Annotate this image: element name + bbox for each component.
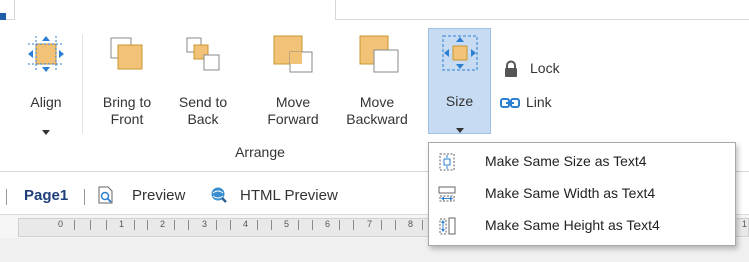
ruler-tick: 8 [408,219,414,229]
size-icon [440,33,480,76]
ruler-tick: 6 [325,219,331,229]
menu-item-same-height[interactable]: Make Same Height as Text4 [429,213,735,239]
group-separator [82,34,83,134]
ruler-tick: 5 [284,219,290,229]
ruler-mark [230,220,231,230]
ribbon-tab-strip [0,0,749,21]
ruler-mark [381,220,382,230]
dropdown-arrow-icon [456,121,464,136]
send-to-back-label: Send to Back [178,94,228,127]
size-button[interactable]: Size [428,28,491,134]
ruler-mark [90,220,91,230]
same-height-icon [439,217,456,235]
align-icon [26,34,66,78]
ruler-tick: 2 [160,219,166,229]
bring-to-front-icon [107,34,147,78]
link-label: Link [526,94,552,110]
menu-item-label: Make Same Height as Text4 [485,217,660,233]
ruler-tick: 1 [742,219,748,229]
ruler-mark [339,220,340,230]
move-forward-label: Move Forward [267,94,319,127]
same-width-icon [438,186,456,202]
dropdown-arrow-icon [42,122,50,139]
ruler-mark [216,220,217,230]
ruler-mark [422,220,423,230]
active-ribbon-tab[interactable] [14,0,336,21]
bring-to-front-label: Bring to Front [102,94,152,127]
menu-item-label: Make Same Width as Text4 [485,185,656,201]
move-backward-label: Move Backward [346,94,408,127]
align-label: Align [30,94,62,110]
ruler-mark [271,220,272,230]
move-backward-icon [358,34,400,78]
ruler-mark [106,220,107,230]
tab-divider [6,189,7,205]
bring-to-front-button[interactable]: Bring to Front [92,34,162,134]
tab-preview-label: Preview [132,187,186,204]
send-to-back-icon [183,34,223,78]
ruler-mark [395,220,396,230]
menu-item-same-width[interactable]: Make Same Width as Text4 [429,181,735,207]
ruler-mark [74,220,75,230]
tab-divider [84,189,85,205]
link-icon [500,98,520,108]
arrange-group-label: Arrange [235,144,285,160]
ruler-tick: 4 [243,219,249,229]
size-label: Size [445,93,474,109]
tab-html-preview-label: HTML Preview [240,187,338,204]
ruler-mark [134,220,135,230]
move-backward-button[interactable]: Move Backward [338,34,416,134]
ruler-mark [298,220,299,230]
move-forward-button[interactable]: Move Forward [258,34,328,134]
ruler-mark [174,220,175,230]
ruler-tick: 1 [119,219,125,229]
ruler-tick: 7 [367,219,373,229]
align-button[interactable]: Align [22,34,70,135]
file-tab-marker[interactable] [0,13,6,20]
preview-icon [98,186,113,204]
link-button[interactable]: Link [500,94,572,114]
tab-page1-label: Page1 [24,187,69,204]
ruler-mark [353,220,354,230]
ruler-mark [147,220,148,230]
lock-button[interactable]: Lock [500,60,572,80]
html-preview-icon [211,187,227,203]
ruler-mark [188,220,189,230]
ruler-tick: 0 [58,219,64,229]
ruler-mark [257,220,258,230]
ruler-mark [312,220,313,230]
ruler-tick: 3 [202,219,208,229]
send-to-back-button[interactable]: Send to Back [170,34,236,134]
menu-item-label: Make Same Size as Text4 [485,153,647,169]
same-size-icon [439,153,455,171]
move-forward-icon [272,34,314,78]
size-dropdown-menu: Make Same Size as Text4 Make Same Width … [428,142,736,246]
tab-page1[interactable]: Page1 [24,187,68,204]
lock-icon [505,60,517,77]
menu-item-same-size[interactable]: Make Same Size as Text4 [429,149,735,175]
lock-label: Lock [530,60,560,76]
